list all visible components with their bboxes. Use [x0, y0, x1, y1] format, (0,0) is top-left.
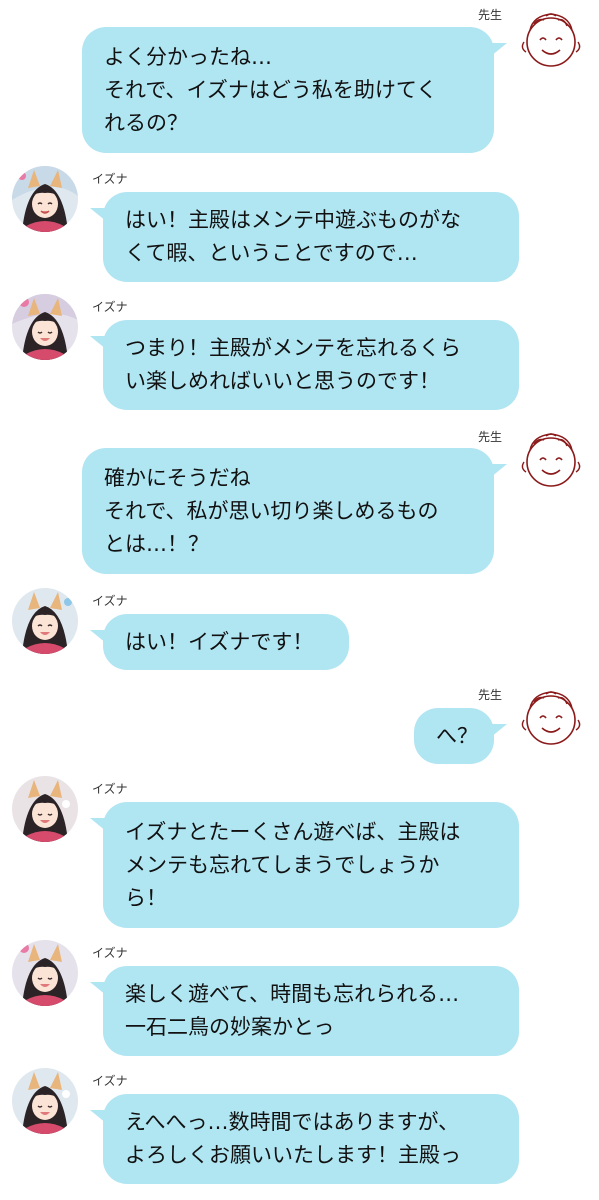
message-text: イズナとたーくさん遊べば、主殿は メンテも忘れてしまうでしょうか ら！ [125, 819, 461, 910]
sender-name-teacher: 先生 [478, 430, 503, 444]
sender-name-izuna: イズナ [92, 594, 128, 608]
message-text: はい！主殿はメンテ中遊ぶものがな くて暇、ということですので… [125, 208, 461, 265]
message-text: えへへっ…数時間ではありますが、 よろしくお願いいたします！主殿っ [125, 1110, 461, 1167]
izuna-avatar-icon[interactable] [12, 940, 78, 1006]
teacher-avatar-icon[interactable] [516, 682, 586, 752]
message-bubble[interactable]: イズナとたーくさん遊べば、主殿は メンテも忘れてしまうでしょうか ら！ [90, 802, 519, 928]
sender-name-izuna: イズナ [92, 300, 128, 314]
message-text: よく分かったね… それで、イズナはどう私を助けてく れるの？ [104, 44, 438, 135]
sender-name-izuna: イズナ [92, 1074, 128, 1088]
sender-name-izuna: イズナ [92, 172, 128, 186]
izuna-avatar-icon[interactable] [12, 294, 78, 360]
message-text: はい！イズナです！ [125, 629, 314, 654]
message-text: 楽しく遊べて、時間も忘れられる… 一石二鳥の妙案かとっ [125, 982, 460, 1039]
sender-name-teacher: 先生 [478, 8, 503, 22]
message-bubble[interactable]: へ？ [414, 708, 507, 764]
message-bubble[interactable]: はい！イズナです！ [90, 614, 349, 670]
message-bubble[interactable]: つまり！主殿がメンテを忘れるくら い楽しめればいいと思うのです！ [90, 320, 519, 410]
message-bubble[interactable]: 確かにそうだね それで、私が思い切り楽しめるもの とは…！？ [82, 448, 507, 574]
message-bubble[interactable]: えへへっ…数時間ではありますが、 よろしくお願いいたします！主殿っ [90, 1094, 519, 1184]
sender-name-izuna: イズナ [92, 946, 128, 960]
message-text: 確かにそうだね それで、私が思い切り楽しめるもの とは…！？ [104, 465, 439, 556]
message-bubble[interactable]: よく分かったね… それで、イズナはどう私を助けてく れるの？ [82, 27, 507, 153]
message-text: へ？ [436, 723, 478, 748]
izuna-avatar-icon[interactable] [12, 588, 78, 654]
message-bubble[interactable]: 楽しく遊べて、時間も忘れられる… 一石二鳥の妙案かとっ [90, 966, 519, 1056]
message-bubble[interactable]: はい！主殿はメンテ中遊ぶものがな くて暇、ということですので… [90, 192, 519, 282]
message-text: つまり！主殿がメンテを忘れるくら い楽しめればいいと思うのです！ [125, 336, 461, 393]
izuna-avatar-icon[interactable] [12, 776, 78, 842]
sender-name-izuna: イズナ [92, 782, 128, 796]
izuna-avatar-icon[interactable] [12, 166, 78, 232]
teacher-avatar-icon[interactable] [516, 424, 586, 494]
sender-name-teacher: 先生 [478, 688, 503, 702]
teacher-avatar-icon[interactable] [516, 4, 586, 74]
izuna-avatar-icon[interactable] [12, 1068, 78, 1134]
